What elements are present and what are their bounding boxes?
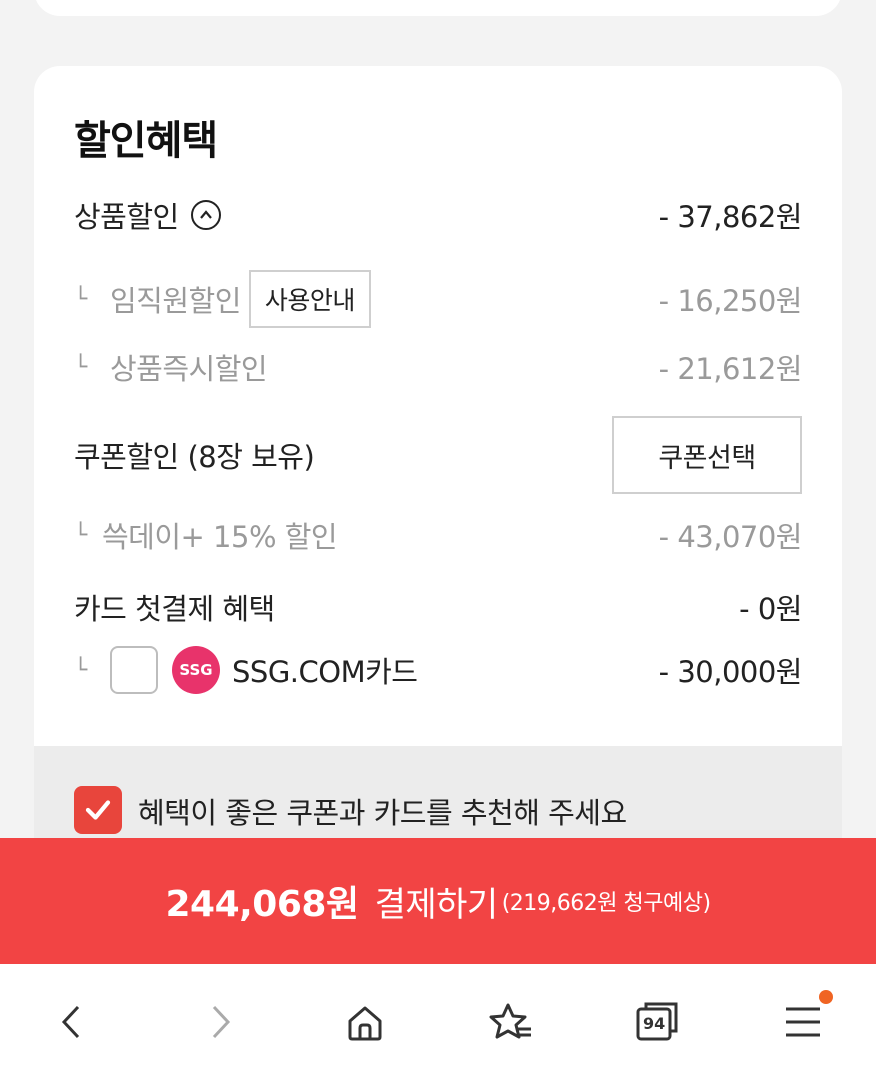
menu-button[interactable] [763, 982, 843, 1062]
employee-discount-row: └ 임직원할인 사용안내 - 16,250원 [74, 270, 803, 328]
pay-expected: (219,662원 청구예상) [501, 891, 711, 916]
pay-button[interactable]: 244,068원 결제하기 (219,662원 청구예상) [0, 838, 876, 964]
tabs-button[interactable]: 94 [617, 982, 697, 1062]
sub-item-corner: └ [74, 354, 88, 380]
browser-nav-bar: 94 [0, 964, 876, 1080]
ssgday-discount-amount: - 43,070원 [658, 520, 803, 554]
sub-item-corner: └ [74, 657, 88, 683]
instant-discount-row: └ 상품즉시할인 - 21,612원 [74, 346, 803, 388]
instant-discount-label: 상품즉시할인 [110, 352, 268, 386]
recommend-label[interactable]: 혜택이 좋은 쿠폰과 카드를 추천해 주세요 [138, 790, 627, 832]
ssgday-discount-row: └ 쓱데이+ 15% 할인 - 43,070원 [74, 514, 803, 556]
back-button[interactable] [33, 982, 113, 1062]
back-icon [61, 1005, 80, 1039]
sub-item-corner: └ [74, 286, 88, 312]
coupon-discount-label: 쿠폰할인 (8장 보유) [74, 440, 315, 474]
tab-count: 94 [643, 1014, 666, 1033]
bookmark-star-icon [489, 1003, 531, 1039]
forward-button[interactable] [179, 982, 259, 1062]
check-icon [85, 800, 111, 820]
section-title: 할인혜택 [74, 118, 218, 164]
product-discount-amount: - 37,862원 [658, 200, 803, 234]
ssg-card-logo: SSG [172, 646, 220, 694]
card-first-payment-amount: - 0원 [739, 592, 802, 626]
previous-section-card [34, 0, 842, 16]
ssg-card-amount: - 30,000원 [658, 655, 803, 689]
ssgday-discount-label: 쓱데이+ 15% 할인 [102, 520, 338, 554]
card-first-payment-row: 카드 첫결제 혜택 - 0원 [74, 586, 802, 628]
product-discount-label: 상품할인 [74, 200, 179, 234]
pay-action-label: 결제하기 [374, 884, 499, 925]
sub-item-corner: └ [74, 522, 88, 548]
recommend-checkbox[interactable] [74, 786, 122, 834]
product-discount-row[interactable]: 상품할인 - 37,862원 [74, 194, 803, 236]
discount-benefits-card: 할인혜택 상품할인 - 37,862원 └ 임직원할인 사용안내 - 16,25… [34, 66, 842, 866]
ssg-card-row: └ SSG SSG.COM카드 - 30,000원 [74, 646, 803, 694]
forward-icon [212, 1005, 231, 1039]
chevron-up-icon[interactable] [190, 200, 221, 230]
menu-icon [786, 1007, 820, 1037]
instant-discount-amount: - 21,612원 [658, 352, 803, 386]
home-button[interactable] [325, 982, 405, 1062]
employee-discount-amount: - 16,250원 [658, 284, 803, 318]
notification-dot [819, 990, 833, 1004]
employee-discount-label: 임직원할인 [110, 284, 241, 318]
pay-total: 244,068원 [165, 884, 359, 925]
usage-guide-button[interactable]: 사용안내 [248, 270, 371, 328]
bookmarks-button[interactable] [471, 982, 551, 1062]
ssg-card-checkbox[interactable] [110, 646, 158, 694]
ssg-card-label: SSG.COM카드 [232, 655, 418, 689]
home-icon [348, 1006, 382, 1041]
checkout-page: 할인혜택 상품할인 - 37,862원 └ 임직원할인 사용안내 - 16,25… [0, 0, 876, 1080]
card-first-payment-label: 카드 첫결제 혜택 [74, 592, 275, 626]
select-coupon-button[interactable]: 쿠폰선택 [612, 416, 802, 494]
